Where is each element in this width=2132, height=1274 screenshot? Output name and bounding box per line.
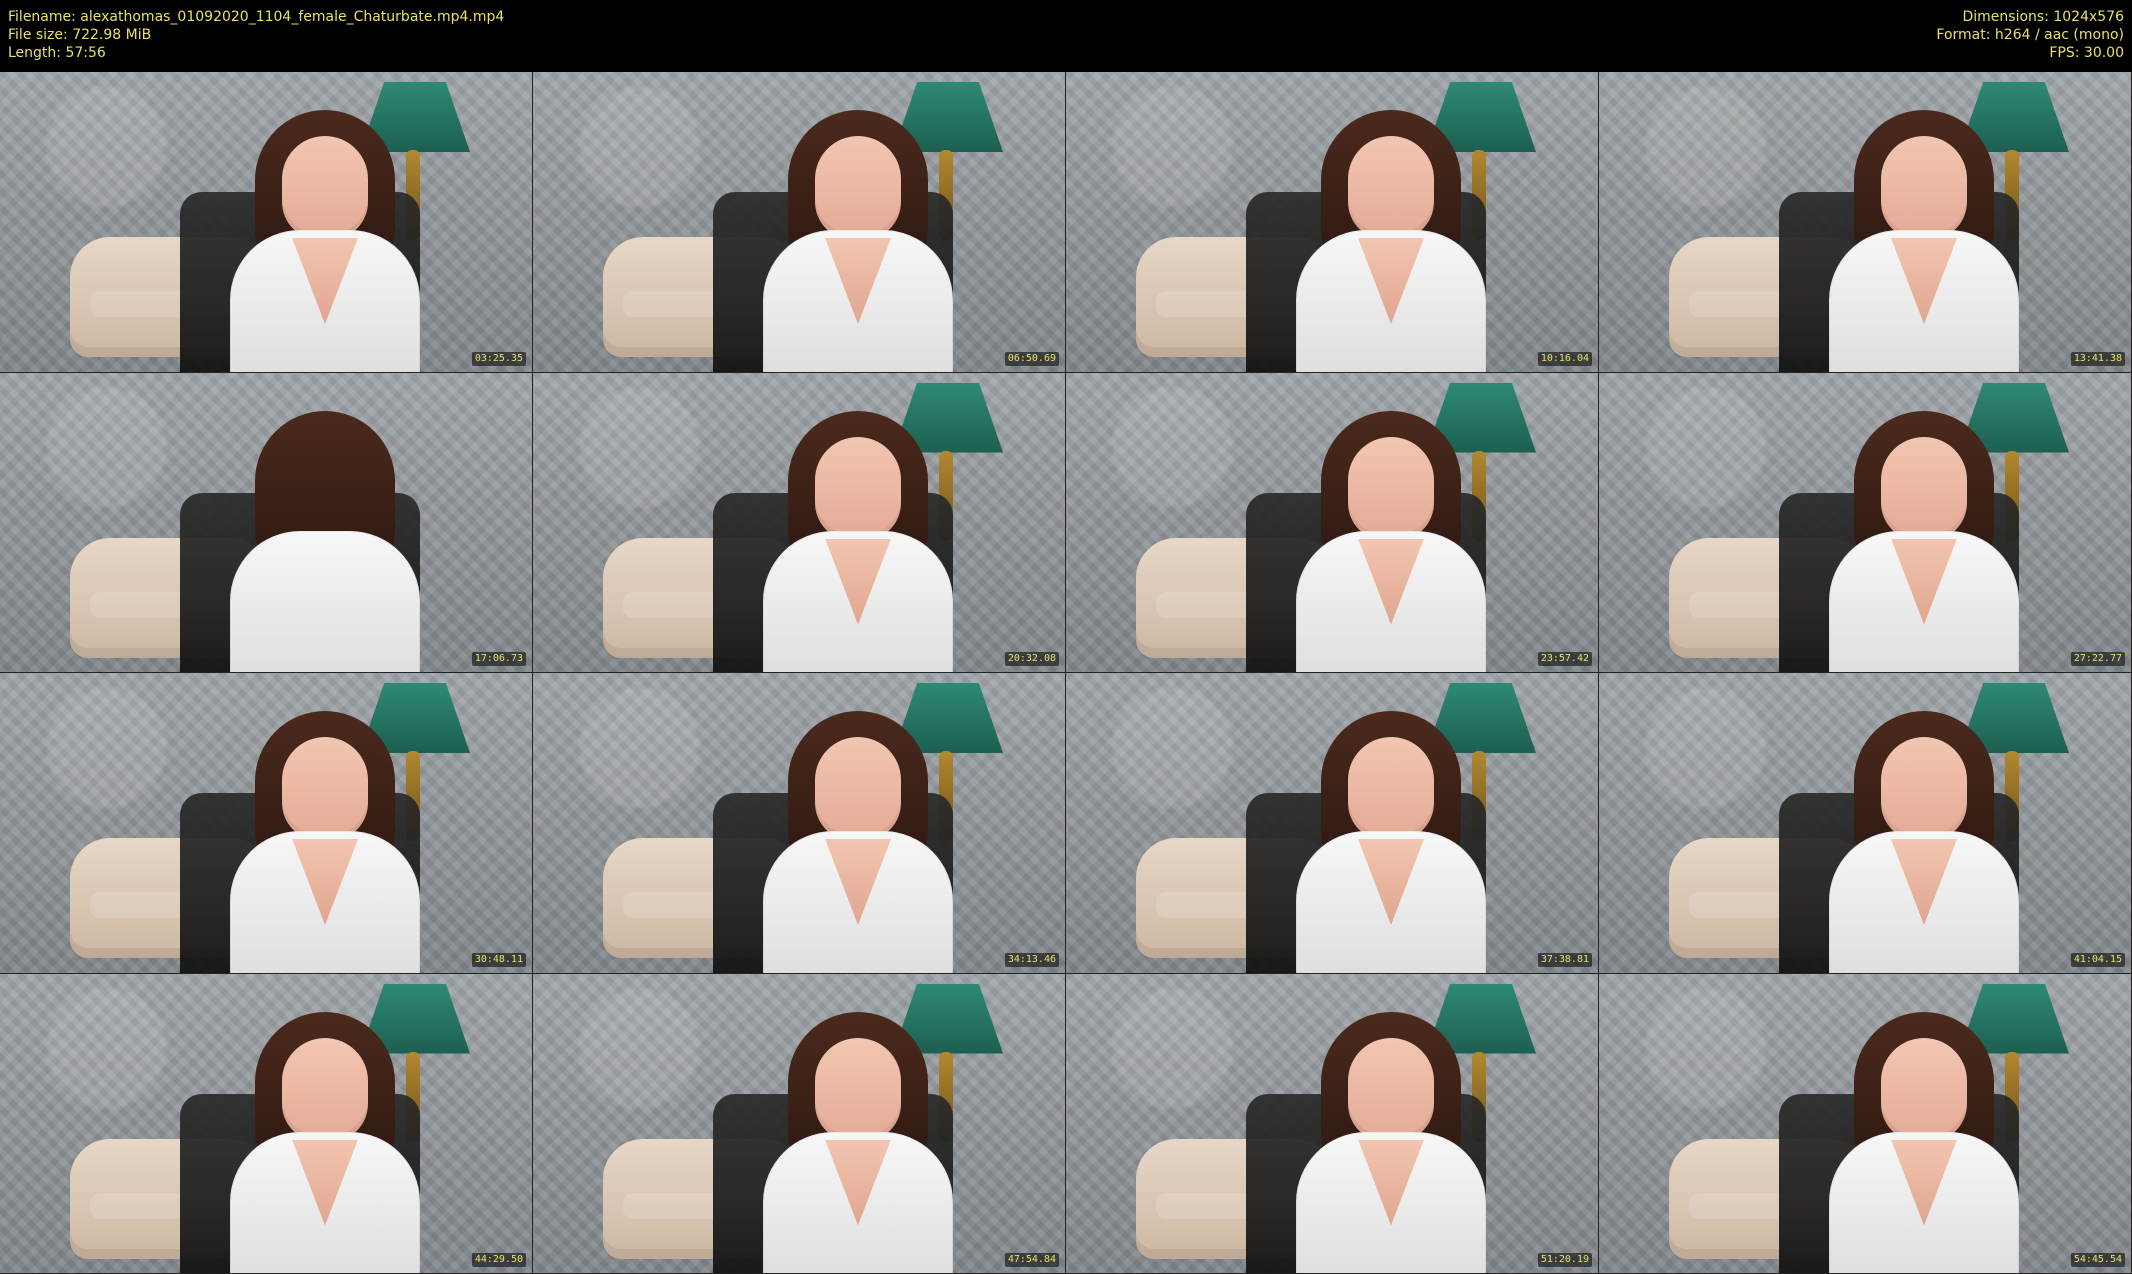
person <box>753 110 963 372</box>
thumbnail[interactable]: 03:25.35 <box>0 72 533 373</box>
timestamp-label: 06:50.69 <box>1004 351 1059 366</box>
length-text: Length: 57:56 <box>8 45 106 61</box>
thumbnail[interactable]: 54:45.54 <box>1599 973 2132 1274</box>
timestamp-label: 10:16.04 <box>1537 351 1592 366</box>
face <box>1348 436 1434 541</box>
thumbnail[interactable]: 30:48.11 <box>0 673 533 974</box>
timestamp-label: 51:20.19 <box>1537 1253 1592 1267</box>
person <box>1286 1011 1496 1274</box>
person <box>1819 1011 2029 1274</box>
face <box>815 436 901 541</box>
timestamp-label: 27:22.77 <box>2070 652 2125 666</box>
face <box>815 136 901 240</box>
timestamp-label: 23:57.42 <box>1537 652 1592 666</box>
metadata-left: Filename: alexathomas_01092020_1104_fema… <box>8 8 504 62</box>
timestamp-label: 47:54.84 <box>1004 1253 1059 1267</box>
timestamp-label: 44:29.50 <box>471 1253 526 1267</box>
metadata-right: Dimensions: 1024x576 Format: h264 / aac … <box>1936 8 2124 62</box>
person <box>1286 110 1496 372</box>
person <box>1819 110 2029 372</box>
face <box>1881 436 1967 541</box>
filename-text: Filename: alexathomas_01092020_1104_fema… <box>8 9 505 25</box>
person <box>753 1011 963 1274</box>
dimensions-text: Dimensions: 1024x576 <box>1962 9 2124 25</box>
face <box>1348 136 1434 240</box>
timestamp-label: 54:45.54 <box>2070 1253 2125 1267</box>
face <box>1348 1037 1434 1142</box>
person <box>220 410 430 673</box>
face <box>1348 737 1434 841</box>
metadata-header: Filename: alexathomas_01092020_1104_fema… <box>0 0 2132 72</box>
file-size-text: File size: 722.98 MiB <box>8 27 152 43</box>
face <box>1881 737 1967 841</box>
person <box>1286 410 1496 673</box>
face <box>1881 136 1967 240</box>
thumbnail[interactable]: 27:22.77 <box>1599 372 2132 673</box>
person <box>220 110 430 372</box>
thumbnail[interactable]: 51:20.19 <box>1066 973 1599 1274</box>
thumbnail[interactable]: 34:13.46 <box>533 673 1066 974</box>
fps-text: FPS: 30.00 <box>2049 45 2124 61</box>
face <box>1881 1037 1967 1142</box>
person <box>220 711 430 973</box>
face <box>282 737 368 841</box>
timestamp-label: 34:13.46 <box>1004 952 1059 967</box>
thumbnail[interactable]: 47:54.84 <box>533 973 1066 1274</box>
timestamp-label: 03:25.35 <box>471 351 526 366</box>
thumbnail[interactable]: 41:04.15 <box>1599 673 2132 974</box>
face <box>282 1037 368 1142</box>
timestamp-label: 37:38.81 <box>1537 952 1592 967</box>
thumbnail-grid: 03:25.35 06:50.69 10:16.04 13:41.38 17:0… <box>0 72 2132 1274</box>
thumbnail[interactable]: 20:32.08 <box>533 372 1066 673</box>
timestamp-label: 20:32.08 <box>1004 652 1059 666</box>
thumbnail[interactable]: 17:06.73 <box>0 372 533 673</box>
timestamp-label: 13:41.38 <box>2070 351 2125 366</box>
person <box>753 410 963 673</box>
thumbnail[interactable]: 23:57.42 <box>1066 372 1599 673</box>
face <box>815 737 901 841</box>
timestamp-label: 41:04.15 <box>2070 952 2125 967</box>
thumbnail[interactable]: 10:16.04 <box>1066 72 1599 373</box>
person <box>753 711 963 973</box>
person <box>1819 410 2029 673</box>
face <box>282 136 368 240</box>
person <box>1286 711 1496 973</box>
timestamp-label: 30:48.11 <box>471 952 526 967</box>
thumbnail[interactable]: 13:41.38 <box>1599 72 2132 373</box>
format-text: Format: h264 / aac (mono) <box>1936 27 2124 43</box>
torso <box>230 530 420 673</box>
thumbnail[interactable]: 44:29.50 <box>0 973 533 1274</box>
timestamp-label: 17:06.73 <box>471 652 526 666</box>
face <box>815 1037 901 1142</box>
thumbnail[interactable]: 37:38.81 <box>1066 673 1599 974</box>
person <box>220 1011 430 1274</box>
person <box>1819 711 2029 973</box>
thumbnail[interactable]: 06:50.69 <box>533 72 1066 373</box>
